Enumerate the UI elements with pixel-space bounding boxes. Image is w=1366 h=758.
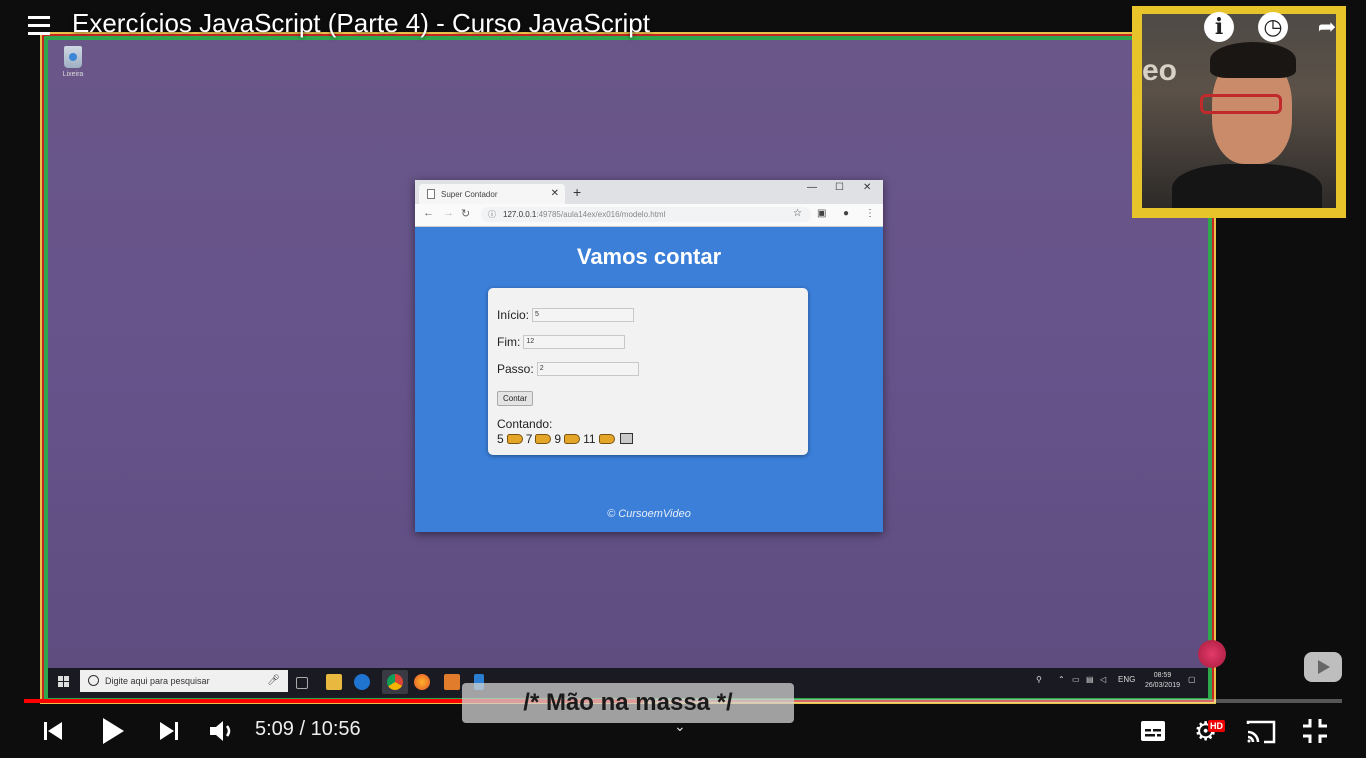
fim-row: Fim: 12 [497,335,626,349]
back-icon[interactable]: ← [423,207,434,219]
minimize-icon[interactable]: — [807,182,817,193]
cortana-icon [88,675,99,686]
presenter-hair [1210,42,1296,78]
presenter-shirt [1172,164,1322,208]
task-view-icon[interactable] [296,677,308,689]
fim-label: Fim: [497,335,521,349]
web-page: Vamos contar Início: 5 Fim: 12 Passo: 2 … [415,226,883,532]
address-bar-row: ← → ↻ ⓘ 127.0.0.1:49785/aula14ex/ex016/m… [415,204,883,227]
url-path: :49785/aula14ex/ex016/modelo.html [536,210,666,219]
recycle-bin-icon [64,46,82,68]
time-total: 10:56 [310,718,361,740]
desktop: Lixeira Super Contador ✕ + — ☐ ✕ ← → ↻ ⓘ [48,40,1208,698]
xampp-icon[interactable] [444,674,460,690]
clock-date: 26/03/2019 [1144,682,1180,689]
skip-next-icon[interactable] [158,720,180,742]
taskbar-search[interactable]: Digite aqui para pesquisar 🎤︎ [80,670,288,692]
result-number: 11 [583,432,596,446]
tray-arrow-icon[interactable]: ⌃ [1058,675,1065,684]
reload-icon[interactable]: ↻ [461,207,470,220]
subtitles-icon[interactable] [1140,720,1166,742]
pointing-hand-icon [598,434,615,444]
presenter-glasses [1200,94,1282,114]
fim-input[interactable]: 12 [523,335,626,349]
passo-label: Passo: [497,362,534,376]
skip-previous-icon[interactable] [42,720,64,742]
profile-icon[interactable]: ● [843,208,849,219]
youtube-logo-icon[interactable] [1304,652,1342,682]
page-title: Vamos contar [576,244,722,269]
time-separator: / [293,718,311,740]
pointing-hand-icon [506,434,523,444]
result-number: 9 [554,432,562,446]
language-indicator[interactable]: ENG [1118,675,1135,684]
form-card: Início: 5 Fim: 12 Passo: 2 Contar Contan… [488,288,808,455]
page-icon [427,189,435,199]
tab-bar: Super Contador ✕ + — ☐ ✕ [415,180,883,204]
network-icon[interactable]: ▤ [1086,675,1094,684]
info-icon[interactable]: i [1204,12,1234,42]
finish-flag-icon [619,433,633,444]
taskbar-search-placeholder: Digite aqui para pesquisar [105,676,210,686]
video-title[interactable]: Exercícios JavaScript (Parte 4) - Curso … [72,8,650,39]
speaker-icon[interactable]: ◁ [1100,675,1106,684]
windows-start-icon[interactable] [58,676,70,688]
recording-indicator [1198,640,1226,668]
video-player[interactable]: Lixeira Super Contador ✕ + — ☐ ✕ ← → ↻ ⓘ [0,0,1366,758]
time-current: 5:09 [255,718,294,740]
edge-icon[interactable] [354,674,370,690]
browser-window: Super Contador ✕ + — ☐ ✕ ← → ↻ ⓘ 127.0.0… [415,180,883,532]
chrome-icon[interactable] [387,674,403,690]
result-number: 7 [525,432,533,446]
chevron-down-icon[interactable]: ⌄ [674,718,686,735]
battery-icon[interactable]: ▭ [1072,675,1080,684]
site-info-icon[interactable]: ⓘ [488,207,496,222]
new-tab-icon[interactable]: + [573,184,581,200]
browser-tab[interactable]: Super Contador ✕ [419,184,565,204]
browser-menu-icon[interactable]: ⋮ [865,208,875,219]
tab-title: Super Contador [441,189,498,199]
chapter-caption: /* Mão na massa */ [462,683,794,723]
people-icon[interactable]: ⚲ [1036,675,1042,684]
recycle-bin-label: Lixeira [62,71,84,78]
url-field[interactable]: ⓘ 127.0.0.1:49785/aula14ex/ex016/modelo.… [481,207,811,222]
background-sign: eo [1142,54,1178,87]
microphone-icon[interactable]: 🎤︎ [267,670,280,692]
presenter-video: eo [1142,14,1336,208]
watch-later-icon[interactable]: ◷ [1258,12,1288,42]
url-host: 127.0.0.1 [503,210,537,219]
pointing-hand-icon [535,434,552,444]
recycle-bin[interactable]: Lixeira [60,46,86,78]
maximize-icon[interactable]: ☐ [835,182,844,193]
page-footer: © CursoemVideo [607,508,691,520]
exit-fullscreen-icon[interactable] [1302,718,1328,744]
pointing-hand-icon [564,434,581,444]
inicio-row: Início: 5 [497,308,635,322]
file-explorer-icon[interactable] [326,674,342,690]
notifications-icon[interactable]: ▢ [1188,675,1196,684]
menu-icon[interactable] [28,16,50,36]
passo-input[interactable]: 2 [536,362,639,376]
passo-row: Passo: 2 [497,362,639,376]
time-display: 5:09 / 10:56 [255,718,361,741]
extension-icon[interactable]: ▣ [817,208,826,219]
star-icon[interactable]: ☆ [793,208,802,219]
share-icon[interactable]: ➦ [1312,12,1342,42]
close-window-icon[interactable]: ✕ [863,182,871,193]
taskbar-clock[interactable]: 08:59 26/03/2019 [1145,671,1180,691]
inicio-label: Início: [497,308,530,322]
firefox-icon[interactable] [414,674,430,690]
contar-button[interactable]: Contar [497,391,534,406]
result-number: 5 [497,432,504,446]
cast-icon[interactable] [1246,720,1276,744]
inicio-input[interactable]: 5 [532,308,635,322]
forward-icon[interactable]: → [443,207,454,219]
hd-badge: HD [1208,720,1225,732]
volume-icon[interactable] [208,718,236,744]
result-label: Contando: [497,417,553,431]
clock-time: 08:59 [1153,672,1172,679]
result-line: 5 7 9 11 [497,432,633,446]
close-tab-icon[interactable]: ✕ [551,188,559,199]
play-icon[interactable] [100,716,126,746]
